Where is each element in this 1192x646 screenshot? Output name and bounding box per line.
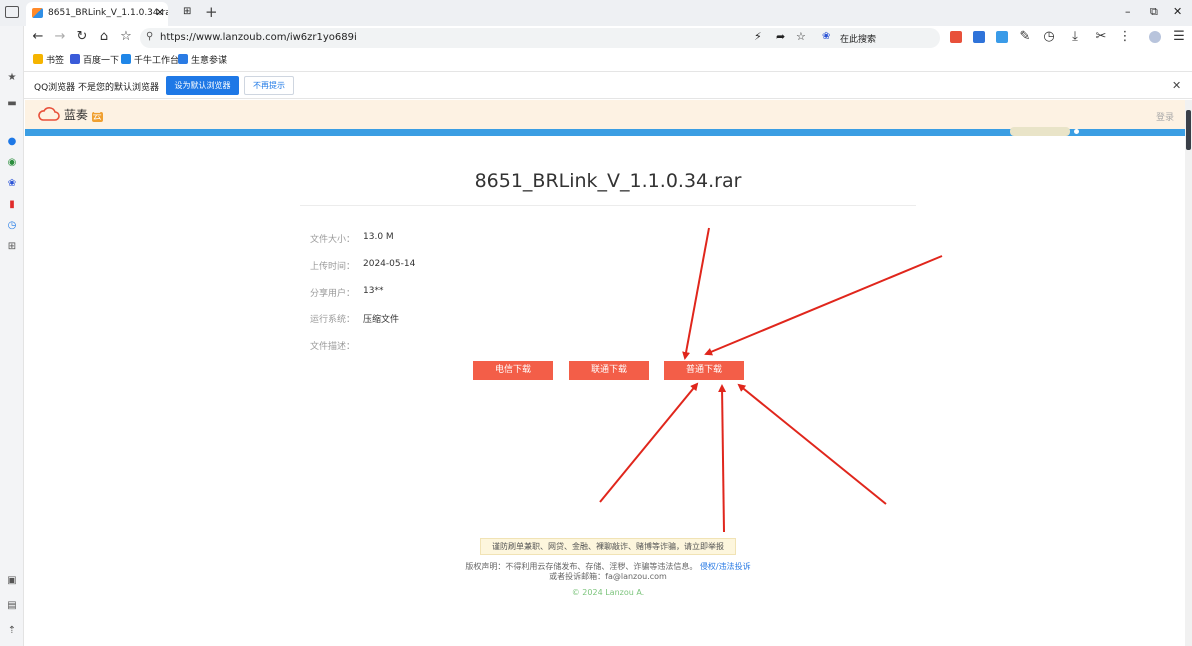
arrow	[737, 383, 887, 505]
copyright-line2: 或者投诉邮箱：fa@lanzou.com	[549, 572, 667, 581]
arrow	[718, 384, 727, 533]
arrow	[599, 382, 699, 503]
footer-year: © 2024 Lanzou A.	[571, 588, 645, 597]
copyright-line1: 版权声明：不得利用云存储发布、存储、淫秽、诈骗等违法信息。	[465, 562, 698, 571]
fraud-warning: 谨防刷单兼职、网贷、金融、裸聊敲诈、赌博等诈骗，请立即举报	[480, 538, 736, 555]
report-link[interactable]: 侵权/违法投诉	[700, 562, 751, 571]
arrow	[682, 227, 710, 360]
copyright-notice: 版权声明：不得利用云存储发布、存储、淫秽、诈骗等违法信息。 侵权/违法投诉 或者…	[440, 562, 776, 582]
arrow	[704, 255, 943, 356]
